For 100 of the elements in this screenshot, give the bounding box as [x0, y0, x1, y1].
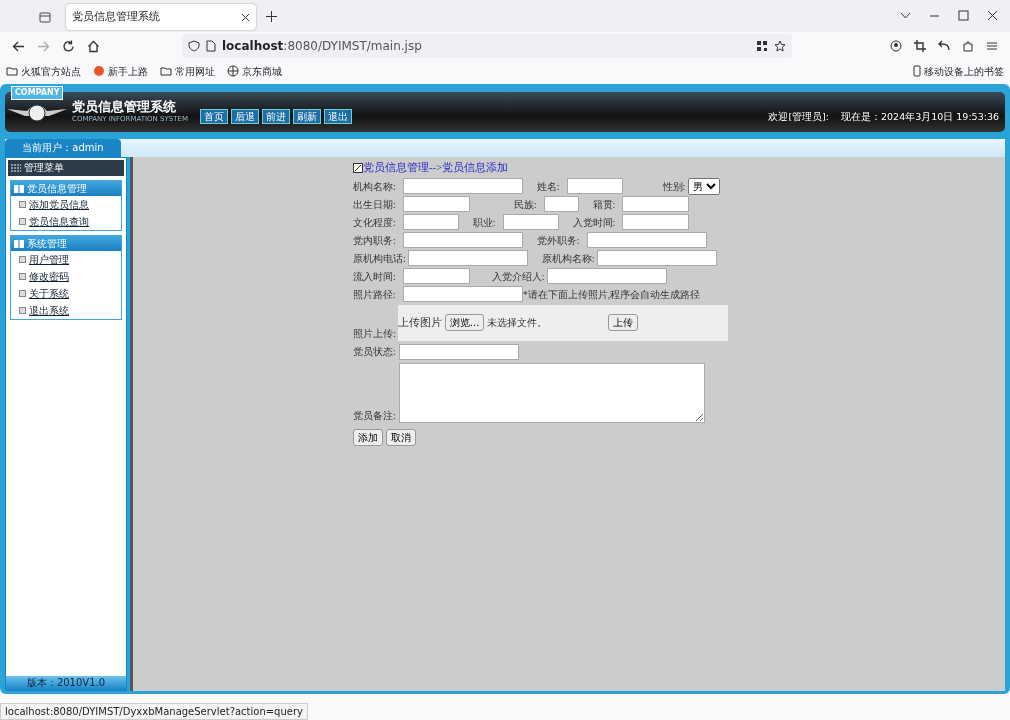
field-label: 原机构电话:	[353, 251, 406, 266]
field-label: 职业:	[472, 215, 496, 230]
close-icon[interactable]	[987, 10, 998, 21]
browser-tab[interactable]: 党员信息管理系统	[66, 4, 256, 30]
welcome-text: 欢迎[管理员]:	[768, 109, 829, 124]
nav-button[interactable]: 后退	[230, 108, 259, 124]
text-input[interactable]	[502, 214, 559, 231]
app-title: 党员信息管理系统	[72, 99, 177, 115]
tab-title: 党员信息管理系统	[72, 8, 160, 25]
text-input[interactable]	[402, 232, 523, 249]
field-label: 党员状态:	[353, 345, 396, 360]
text-input[interactable]	[402, 286, 523, 303]
page-icon	[19, 256, 26, 263]
page-icon	[19, 290, 26, 297]
status-url: localhost:8080/DYIMST/DyxxbManageServlet?action=query	[0, 703, 308, 720]
nav-button[interactable]: 刷新	[292, 108, 321, 124]
sidebar-link[interactable]: 关于系统	[29, 285, 69, 302]
folder-icon	[6, 65, 18, 77]
nav-button[interactable]: 前进	[261, 108, 290, 124]
text-input[interactable]	[543, 196, 579, 213]
field-label: 原机构名称:	[541, 251, 595, 266]
undo-arrow-icon[interactable]	[938, 40, 950, 52]
sidebar-link[interactable]: 退出系统	[29, 302, 69, 319]
menu-group-title: 系统管理	[27, 237, 67, 251]
maximize-icon[interactable]	[958, 10, 969, 21]
book-icon	[14, 239, 24, 248]
text-input[interactable]	[586, 232, 707, 249]
book-icon	[14, 184, 24, 193]
sidebar-link[interactable]: 添加党员信息	[29, 196, 89, 213]
phone-icon	[913, 65, 921, 77]
tab-list-icon[interactable]	[38, 10, 52, 24]
remarks-textarea[interactable]	[398, 362, 705, 423]
bookmark-link[interactable]: 移动设备上的书签	[924, 63, 1004, 79]
version-label: 版本：2010V1.0	[6, 676, 126, 690]
qr-code-icon[interactable]	[756, 40, 768, 52]
home-icon[interactable]	[87, 39, 100, 53]
page-icon	[19, 201, 26, 208]
form-button[interactable]: 取消	[386, 428, 416, 446]
nav-button[interactable]: 首页	[199, 108, 228, 124]
menu-icon[interactable]	[986, 40, 998, 52]
field-label: 入党介绍人:	[491, 269, 545, 284]
field-label: 籍贯:	[592, 197, 616, 212]
date-time: 现在是：2024年3月10日 19:53:36	[841, 109, 999, 124]
text-input[interactable]	[407, 250, 528, 267]
text-input[interactable]	[398, 343, 519, 360]
text-input[interactable]	[402, 214, 459, 231]
current-user-label: 当前用户：admin	[5, 139, 121, 157]
upload-button[interactable]: 上传	[608, 314, 639, 332]
new-tab-icon[interactable]	[266, 11, 277, 22]
reload-icon[interactable]	[62, 39, 75, 53]
address-bar[interactable]: localhost:8080/DYIMST/main.jsp	[182, 34, 792, 58]
text-input[interactable]	[402, 268, 470, 285]
back-arrow-icon[interactable]	[12, 39, 25, 53]
hint-text: *请在下面上传照片,程序会自动生成路径	[522, 287, 701, 302]
edit-icon	[353, 162, 363, 173]
page-icon	[19, 307, 26, 314]
shield-icon	[188, 40, 200, 52]
sidebar-link[interactable]: 党员信息查询	[29, 213, 89, 230]
star-icon[interactable]	[774, 40, 786, 52]
field-label: 机构名称:	[353, 179, 396, 194]
field-label: 党内职务:	[353, 233, 396, 248]
text-input[interactable]	[546, 268, 667, 285]
company-label: COMPANY	[11, 86, 64, 100]
folder-icon	[160, 65, 172, 77]
form-button[interactable]: 添加	[353, 428, 383, 446]
bookmark-link[interactable]: 京东商城	[242, 63, 282, 79]
text-input[interactable]	[622, 214, 690, 231]
grid-icon	[11, 164, 21, 172]
text-input[interactable]	[402, 196, 470, 213]
globe-icon	[227, 65, 239, 77]
field-label: 党外职务:	[536, 233, 580, 248]
field-label: 入党时间:	[572, 215, 616, 230]
file-status: 未选择文件。	[487, 316, 548, 331]
field-label: 党员备注:	[353, 408, 396, 423]
bookmark-link[interactable]: 新手上路	[108, 63, 148, 79]
bookmark-link[interactable]: 火狐官方站点	[21, 63, 81, 79]
gender-select[interactable]: 男	[688, 177, 721, 195]
field-label: 流入时间:	[353, 269, 396, 284]
bookmark-link[interactable]: 常用网址	[175, 63, 215, 79]
nav-button[interactable]: 退出	[323, 108, 352, 124]
field-label: 民族:	[513, 197, 537, 212]
text-input[interactable]	[566, 178, 623, 195]
text-input[interactable]	[622, 196, 690, 213]
sidebar-link[interactable]: 修改密码	[29, 268, 69, 285]
close-icon[interactable]	[241, 12, 250, 22]
menu-group-title: 党员信息管理	[27, 182, 87, 196]
fox-logo-icon	[93, 65, 105, 77]
crop-icon[interactable]	[914, 40, 926, 52]
sidebar-link[interactable]: 用户管理	[29, 251, 69, 268]
chevron-down-icon[interactable]	[900, 10, 911, 21]
breadcrumb-text: 党员信息管理-->党员信息添加	[363, 161, 508, 175]
forward-arrow-icon[interactable]	[37, 39, 50, 53]
field-label: 性别:	[662, 179, 686, 194]
field-label: 出生日期:	[353, 197, 396, 212]
field-label: 姓名:	[536, 179, 560, 194]
field-label: 照片上传:	[353, 326, 396, 341]
browse-button[interactable]: 浏览...	[444, 314, 485, 332]
text-input[interactable]	[402, 178, 523, 195]
menu-title: 管理菜单	[24, 161, 64, 175]
text-input[interactable]	[596, 250, 717, 267]
